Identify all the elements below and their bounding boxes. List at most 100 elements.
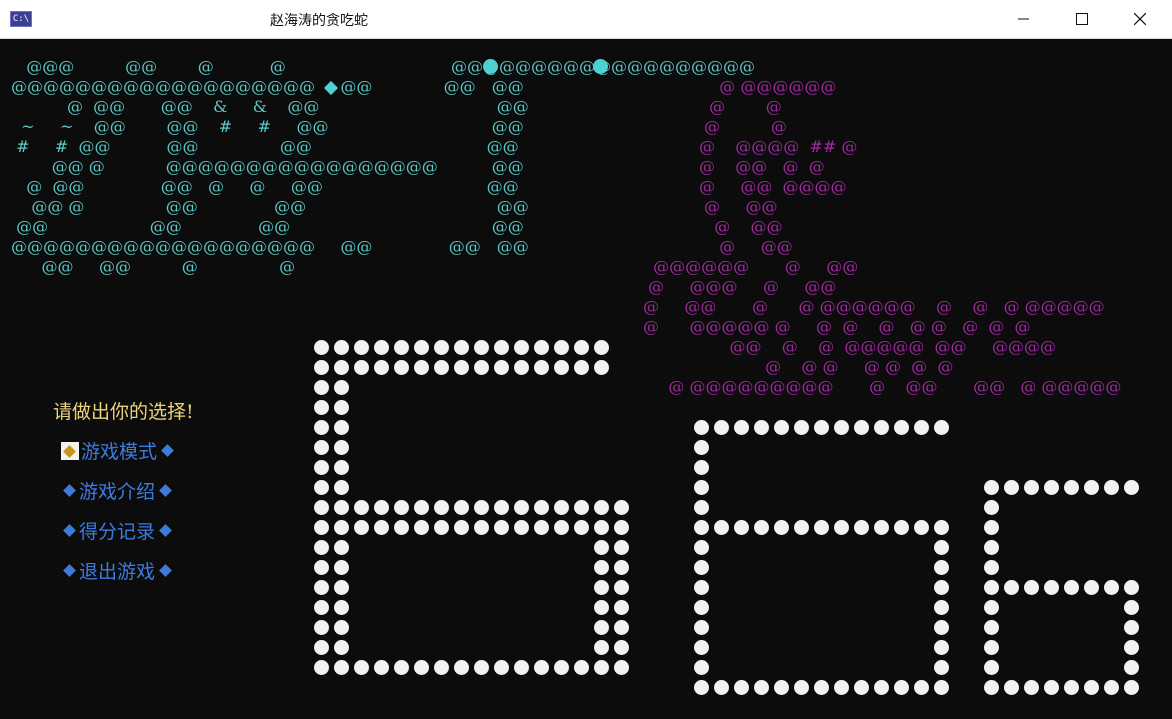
diamond-icon bbox=[61, 561, 79, 581]
digit-dot bbox=[1064, 680, 1079, 695]
digit-dot bbox=[554, 360, 569, 375]
digit-dot bbox=[574, 340, 589, 355]
digit-dot bbox=[554, 340, 569, 355]
digit-dot bbox=[434, 340, 449, 355]
digit-dot bbox=[594, 500, 609, 515]
digit-dot bbox=[694, 600, 709, 615]
digit-dot bbox=[354, 500, 369, 515]
digit-dot bbox=[984, 620, 999, 635]
digit-dot bbox=[1124, 640, 1139, 655]
digit-dot bbox=[554, 520, 569, 535]
digit-dot bbox=[694, 680, 709, 695]
digit-dot bbox=[1044, 580, 1059, 595]
digit-dot bbox=[334, 580, 349, 595]
digit-dot bbox=[1004, 680, 1019, 695]
food-dot bbox=[593, 59, 608, 74]
digit-dot bbox=[474, 360, 489, 375]
digit-dot bbox=[314, 380, 329, 395]
menu-item-label: 退出游戏 bbox=[79, 561, 156, 583]
console-app-icon: C:\ bbox=[10, 11, 32, 27]
digit-dot bbox=[934, 540, 949, 555]
digit-dot bbox=[794, 680, 809, 695]
digit-dot bbox=[694, 640, 709, 655]
digit-dot bbox=[984, 640, 999, 655]
digit-dot bbox=[614, 640, 629, 655]
digit-dot bbox=[934, 680, 949, 695]
digit-dot bbox=[1044, 680, 1059, 695]
digit-dot bbox=[334, 420, 349, 435]
digit-dot bbox=[874, 680, 889, 695]
digit-dot bbox=[514, 520, 529, 535]
digit-dot bbox=[474, 520, 489, 535]
digit-dot bbox=[754, 520, 769, 535]
digit-dot bbox=[334, 520, 349, 535]
digit-dot bbox=[414, 340, 429, 355]
digit-dot bbox=[914, 680, 929, 695]
menu-item-score-record[interactable]: 得分记录 bbox=[61, 517, 175, 544]
digit-dot bbox=[1084, 580, 1099, 595]
digit-dot bbox=[534, 520, 549, 535]
digit-dot bbox=[714, 680, 729, 695]
console-area: @@@ @@ @ @ @@@@@@@@@@@@@@@@@@@ @@ @@ @ @… bbox=[1, 39, 1171, 718]
digit-dot bbox=[984, 480, 999, 495]
digit-dot bbox=[314, 660, 329, 675]
digit-dot bbox=[334, 460, 349, 475]
digit-dot bbox=[1084, 680, 1099, 695]
digit-dot bbox=[694, 620, 709, 635]
digit-dot bbox=[774, 680, 789, 695]
digit-dot bbox=[984, 520, 999, 535]
minimize-button[interactable] bbox=[995, 0, 1053, 38]
digit-dot bbox=[614, 560, 629, 575]
digit-dot bbox=[734, 680, 749, 695]
digit-dot bbox=[514, 360, 529, 375]
digit-dot bbox=[934, 620, 949, 635]
window-titlebar: C:\ 赵海涛的贪吃蛇 bbox=[0, 0, 1172, 39]
maximize-button[interactable] bbox=[1053, 0, 1111, 38]
digit-dot bbox=[1024, 680, 1039, 695]
digit-dot bbox=[834, 520, 849, 535]
digit-dot bbox=[414, 660, 429, 675]
digit-dot bbox=[334, 660, 349, 675]
digit-dot bbox=[394, 500, 409, 515]
digit-dot bbox=[414, 500, 429, 515]
digit-dot bbox=[434, 360, 449, 375]
digit-dot bbox=[594, 340, 609, 355]
digit-dot bbox=[914, 420, 929, 435]
diamond-icon bbox=[159, 441, 177, 461]
digit-dot bbox=[734, 520, 749, 535]
minimize-icon bbox=[1018, 18, 1029, 20]
digit-dot bbox=[1124, 580, 1139, 595]
digit-dot bbox=[694, 440, 709, 455]
digit-dot bbox=[314, 420, 329, 435]
digit-dot bbox=[574, 520, 589, 535]
digit-dot bbox=[314, 540, 329, 555]
digit-dot bbox=[554, 660, 569, 675]
digit-dot bbox=[934, 580, 949, 595]
digit-dot bbox=[394, 520, 409, 535]
digit-dot bbox=[334, 340, 349, 355]
digit-dot bbox=[314, 500, 329, 515]
menu-item-game-mode[interactable]: 游戏模式 bbox=[61, 437, 177, 464]
digit-dot bbox=[694, 520, 709, 535]
digit-dot bbox=[494, 340, 509, 355]
digit-dot bbox=[574, 360, 589, 375]
digit-dot bbox=[614, 580, 629, 595]
digit-dot bbox=[514, 660, 529, 675]
digit-dot bbox=[1084, 480, 1099, 495]
digit-dot bbox=[534, 360, 549, 375]
digit-dot bbox=[934, 660, 949, 675]
digit-dot bbox=[594, 520, 609, 535]
digit-dot bbox=[874, 520, 889, 535]
close-button[interactable] bbox=[1111, 0, 1169, 38]
menu-item-game-intro[interactable]: 游戏介绍 bbox=[61, 477, 175, 504]
digit-dot bbox=[1004, 480, 1019, 495]
digit-dot bbox=[334, 540, 349, 555]
menu-item-exit-game[interactable]: 退出游戏 bbox=[61, 557, 175, 584]
digit-dot bbox=[1004, 580, 1019, 595]
diamond-icon bbox=[61, 521, 79, 541]
digit-dot bbox=[514, 340, 529, 355]
digit-dot bbox=[334, 640, 349, 655]
digit-dot bbox=[734, 420, 749, 435]
window-title: 赵海涛的贪吃蛇 bbox=[270, 13, 368, 29]
digit-dot bbox=[594, 640, 609, 655]
